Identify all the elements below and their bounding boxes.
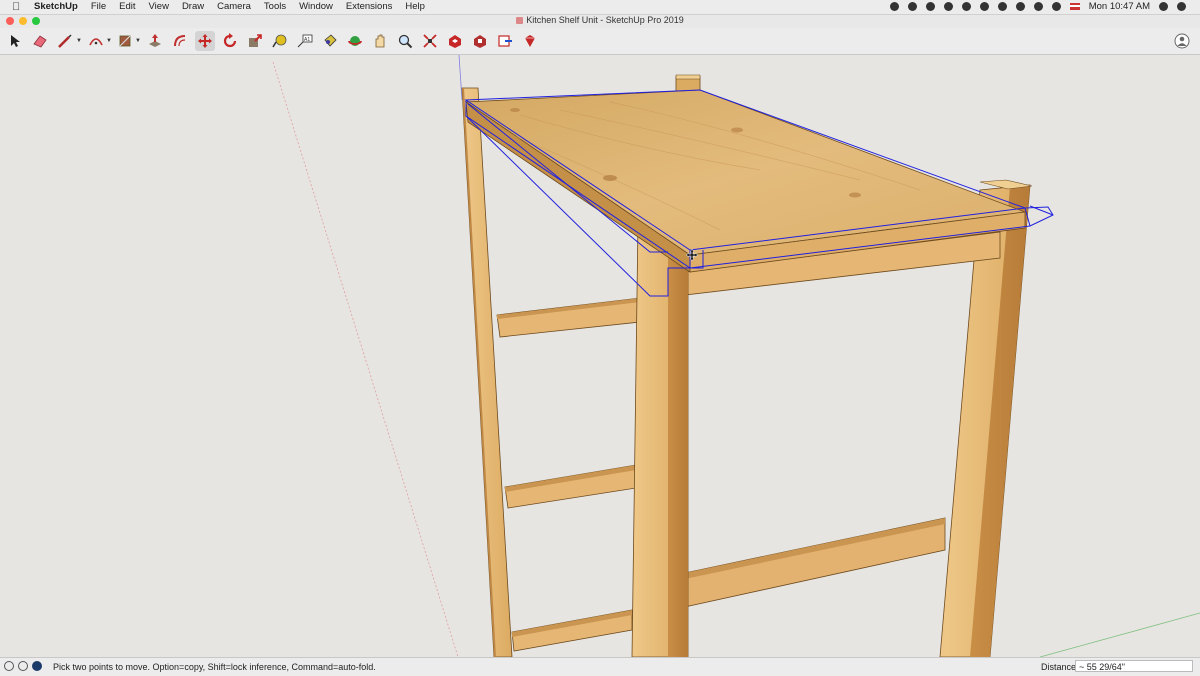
window-title: Kitchen Shelf Unit - SketchUp Pro 2019	[526, 15, 684, 25]
menu-app[interactable]: SketchUp	[34, 1, 78, 12]
push-pull-tool-icon[interactable]	[145, 31, 165, 51]
zoom-tool-icon[interactable]	[395, 31, 415, 51]
pan-tool-icon[interactable]	[370, 31, 390, 51]
3d-warehouse-icon[interactable]	[445, 31, 465, 51]
wifi-icon[interactable]	[1033, 2, 1043, 11]
display-icon[interactable]	[961, 2, 971, 11]
notification-center-icon[interactable]	[1177, 2, 1186, 11]
input-source-flag-icon[interactable]	[1069, 3, 1080, 10]
left-middle-rail	[504, 464, 637, 509]
eraser-tool-icon[interactable]	[30, 31, 50, 51]
clock[interactable]: Mon 10:47 AM	[1089, 1, 1150, 12]
window-titlebar: Kitchen Shelf Unit - SketchUp Pro 2019	[0, 15, 1200, 28]
left-lower-rail	[511, 609, 633, 652]
rotate-tool-icon[interactable]	[220, 31, 240, 51]
ruby-console-icon[interactable]	[520, 31, 540, 51]
model-viewport[interactable]	[0, 55, 1200, 657]
offset-tool-icon[interactable]	[170, 31, 190, 51]
evernote-icon[interactable]	[907, 2, 917, 11]
minimize-window-icon[interactable]	[19, 17, 27, 25]
document-icon	[516, 17, 524, 25]
measurement-label: Distance	[1041, 662, 1077, 672]
time-machine-icon[interactable]	[997, 2, 1007, 11]
text-tool-icon[interactable]: A1	[295, 31, 315, 51]
apple-menu-icon[interactable]: 	[12, 1, 20, 13]
orbit-tool-icon[interactable]	[345, 31, 365, 51]
record-icon[interactable]	[889, 2, 899, 11]
menu-camera[interactable]: Camera	[217, 1, 251, 12]
account-profile-icon[interactable]	[1172, 31, 1192, 51]
creative-cloud-icon[interactable]	[943, 2, 953, 11]
red-axis-line	[272, 61, 459, 657]
move-tool-icon[interactable]	[195, 31, 215, 51]
info-icon[interactable]	[979, 2, 989, 11]
status-message: Pick two points to move. Option=copy, Sh…	[53, 662, 376, 672]
menu-tools[interactable]: Tools	[264, 1, 286, 12]
close-window-icon[interactable]	[6, 17, 14, 25]
arc-tool-icon[interactable]	[86, 31, 106, 51]
line-tool-icon[interactable]	[55, 31, 75, 51]
menu-view[interactable]: View	[149, 1, 169, 12]
paint-bucket-tool-icon[interactable]	[320, 31, 340, 51]
bluetooth-icon[interactable]	[1015, 2, 1025, 11]
shelf-unit-model[interactable]	[0, 55, 1200, 657]
menu-window[interactable]: Window	[299, 1, 333, 12]
macos-menubar:  SketchUp File Edit View Draw Camera To…	[0, 0, 1200, 15]
extension-warehouse-icon[interactable]	[470, 31, 490, 51]
credits-icon[interactable]	[18, 661, 28, 671]
blue-axis-line	[458, 55, 463, 101]
left-upper-rail	[496, 297, 641, 338]
instructor-icon[interactable]	[32, 661, 42, 671]
menu-help[interactable]: Help	[405, 1, 425, 12]
menu-file[interactable]: File	[91, 1, 106, 12]
menu-draw[interactable]: Draw	[182, 1, 204, 12]
main-toolbar: ▼ ▼ ▼ A1	[0, 28, 1200, 55]
shape-tool-icon[interactable]	[115, 31, 135, 51]
measurement-input[interactable]: ~ 55 29/64"	[1075, 660, 1193, 672]
send-to-layout-icon[interactable]	[495, 31, 515, 51]
front-left-leg	[631, 209, 691, 657]
scale-tool-icon[interactable]	[245, 31, 265, 51]
back-left-leg	[461, 87, 513, 657]
menu-edit[interactable]: Edit	[119, 1, 135, 12]
arc-tool-caret-icon[interactable]: ▼	[106, 38, 112, 44]
zoom-window-icon[interactable]	[32, 17, 40, 25]
dropbox-icon[interactable]	[925, 2, 935, 11]
select-tool-icon[interactable]	[5, 31, 25, 51]
line-tool-caret-icon[interactable]: ▼	[76, 38, 82, 44]
geolocation-icon[interactable]	[4, 661, 14, 671]
spotlight-icon[interactable]	[1159, 2, 1168, 11]
svg-text:A1: A1	[304, 37, 310, 43]
tape-measure-tool-icon[interactable]	[270, 31, 290, 51]
menu-extensions[interactable]: Extensions	[346, 1, 392, 12]
status-bar: Pick two points to move. Option=copy, Sh…	[0, 657, 1200, 676]
right-lower-rail	[679, 517, 946, 609]
green-axis-line	[1039, 612, 1200, 657]
zoom-extents-tool-icon[interactable]	[420, 31, 440, 51]
back-right-leg	[675, 74, 701, 93]
shape-tool-caret-icon[interactable]: ▼	[135, 38, 141, 44]
volume-icon[interactable]	[1051, 2, 1061, 11]
